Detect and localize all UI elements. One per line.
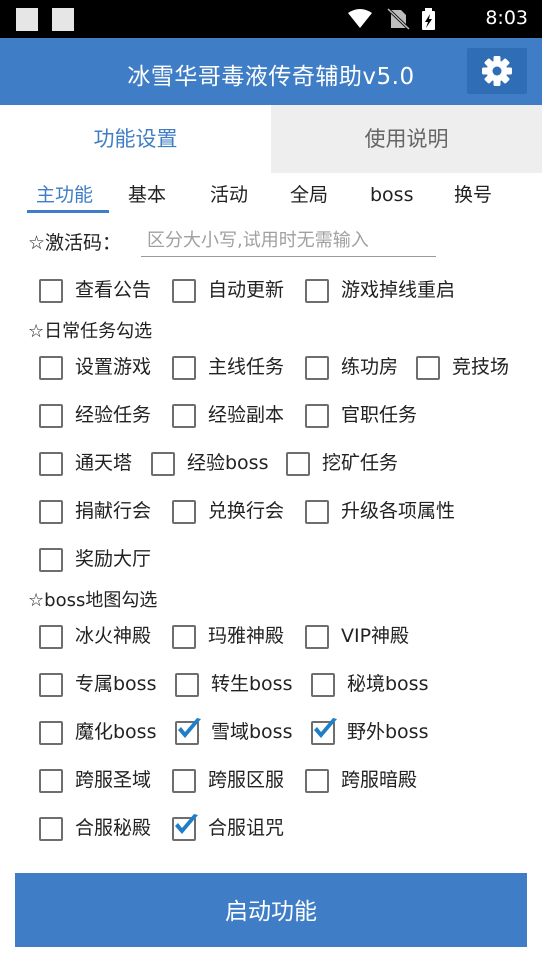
app-title: 冰雪华哥毒液传奇辅助v5.0	[127, 64, 415, 90]
settings-gear-icon	[482, 56, 512, 86]
checkbox-label: 查看公告	[75, 279, 152, 301]
notification-square-icon	[52, 8, 74, 31]
checkmark-icon	[314, 718, 337, 738]
checkbox[interactable]	[39, 548, 63, 572]
start-function-button[interactable]: 启动功能	[15, 873, 527, 947]
checkbox[interactable]	[172, 500, 196, 524]
subtab-main-function[interactable]: 主功能	[36, 178, 93, 212]
checkbox[interactable]	[305, 769, 329, 793]
checkbox-label: 捐献行会	[75, 500, 152, 522]
checkbox[interactable]	[39, 673, 63, 697]
sub-tabs: 主功能 基本 活动 全局 boss 换号	[0, 178, 542, 214]
checkbox[interactable]	[39, 721, 63, 745]
subtab-active-indicator	[27, 210, 109, 213]
status-icons	[348, 7, 435, 31]
daily-section-header: ☆日常任务勾选	[28, 321, 153, 342]
checkbox-label: 官职任务	[341, 404, 418, 426]
checkbox[interactable]	[305, 356, 329, 380]
checkbox-label: 跨服区服	[208, 769, 285, 791]
battery-charging-icon	[422, 8, 435, 30]
main-tabs: 功能设置 使用说明	[0, 105, 542, 173]
subtab-global[interactable]: 全局	[290, 178, 328, 212]
checkbox[interactable]	[305, 625, 329, 649]
checkbox-label: 设置游戏	[75, 356, 152, 378]
checkbox-label: 冰火神殿	[75, 625, 152, 647]
checkbox[interactable]	[172, 279, 196, 303]
checkbox-label: 游戏掉线重启	[341, 279, 456, 301]
tab-usage-instructions[interactable]: 使用说明	[271, 105, 542, 173]
checkbox[interactable]	[151, 452, 175, 476]
checkbox-label: 主线任务	[208, 356, 285, 378]
checkbox[interactable]	[311, 718, 337, 745]
checkbox-label: 玛雅神殿	[208, 625, 285, 647]
checkbox-label: VIP神殿	[341, 625, 410, 647]
checkbox-label: 跨服暗殿	[341, 769, 418, 791]
checkbox[interactable]	[172, 814, 198, 841]
checkbox-label: 练功房	[341, 356, 399, 378]
checkbox-label: 转生boss	[211, 673, 293, 695]
checkbox[interactable]	[39, 500, 63, 524]
checkmark-icon	[175, 814, 198, 834]
checkbox[interactable]	[39, 404, 63, 428]
checkbox-label: 挖矿任务	[322, 452, 399, 474]
checkbox[interactable]	[172, 625, 196, 649]
checkbox[interactable]	[39, 625, 63, 649]
subtab-activity[interactable]: 活动	[210, 178, 248, 212]
checkbox[interactable]	[172, 356, 196, 380]
checkbox[interactable]	[172, 769, 196, 793]
checkbox-label: 经验任务	[75, 404, 152, 426]
checkbox[interactable]	[39, 769, 63, 793]
subtab-basic[interactable]: 基本	[128, 178, 166, 212]
checkbox-label: 奖励大厅	[75, 548, 152, 570]
checkbox[interactable]	[39, 452, 63, 476]
checkbox[interactable]	[175, 718, 201, 745]
checkbox-label: 雪域boss	[211, 721, 293, 743]
checkbox[interactable]	[39, 817, 63, 841]
checkbox-label: 自动更新	[208, 279, 285, 301]
tab-function-settings[interactable]: 功能设置	[0, 105, 271, 173]
activation-label: ☆激活码：	[28, 232, 122, 254]
app-bar: 冰雪华哥毒液传奇辅助v5.0	[0, 38, 542, 105]
checkbox-label: 秘境boss	[347, 673, 429, 695]
wifi-icon	[348, 9, 372, 28]
status-bar: 8:03	[0, 0, 542, 38]
checkbox[interactable]	[172, 404, 196, 428]
checkbox-label: 野外boss	[347, 721, 429, 743]
subtab-switch-account[interactable]: 换号	[454, 178, 492, 212]
checkbox[interactable]	[286, 452, 310, 476]
checkbox[interactable]	[311, 673, 335, 697]
checkbox[interactable]	[39, 279, 63, 303]
checkbox-label: 经验boss	[187, 452, 269, 474]
checkbox-label: 兑换行会	[208, 500, 285, 522]
boss-section-header: ☆boss地图勾选	[28, 590, 158, 611]
checkbox[interactable]	[305, 279, 329, 303]
status-time: 8:03	[485, 7, 528, 29]
checkbox-label: 合服诅咒	[208, 817, 285, 839]
checkbox-label: 竞技场	[452, 356, 510, 378]
checkbox[interactable]	[305, 500, 329, 524]
checkbox-label: 通天塔	[75, 452, 133, 474]
checkbox[interactable]	[305, 404, 329, 428]
checkbox-label: 专属boss	[75, 673, 157, 695]
checkbox-label: 跨服圣域	[75, 769, 152, 791]
activation-code-input[interactable]	[141, 224, 436, 257]
checkbox[interactable]	[175, 673, 199, 697]
settings-button[interactable]	[467, 48, 527, 94]
no-sim-icon	[386, 7, 411, 31]
notification-square-icon	[16, 8, 38, 31]
subtab-boss[interactable]: boss	[370, 178, 413, 212]
checkbox-label: 经验副本	[208, 404, 285, 426]
checkbox-label: 魔化boss	[75, 721, 157, 743]
checkbox-label: 升级各项属性	[341, 500, 456, 522]
checkbox[interactable]	[416, 356, 440, 380]
checkbox-label: 合服秘殿	[75, 817, 152, 839]
checkmark-icon	[178, 718, 201, 738]
checkbox[interactable]	[39, 356, 63, 380]
